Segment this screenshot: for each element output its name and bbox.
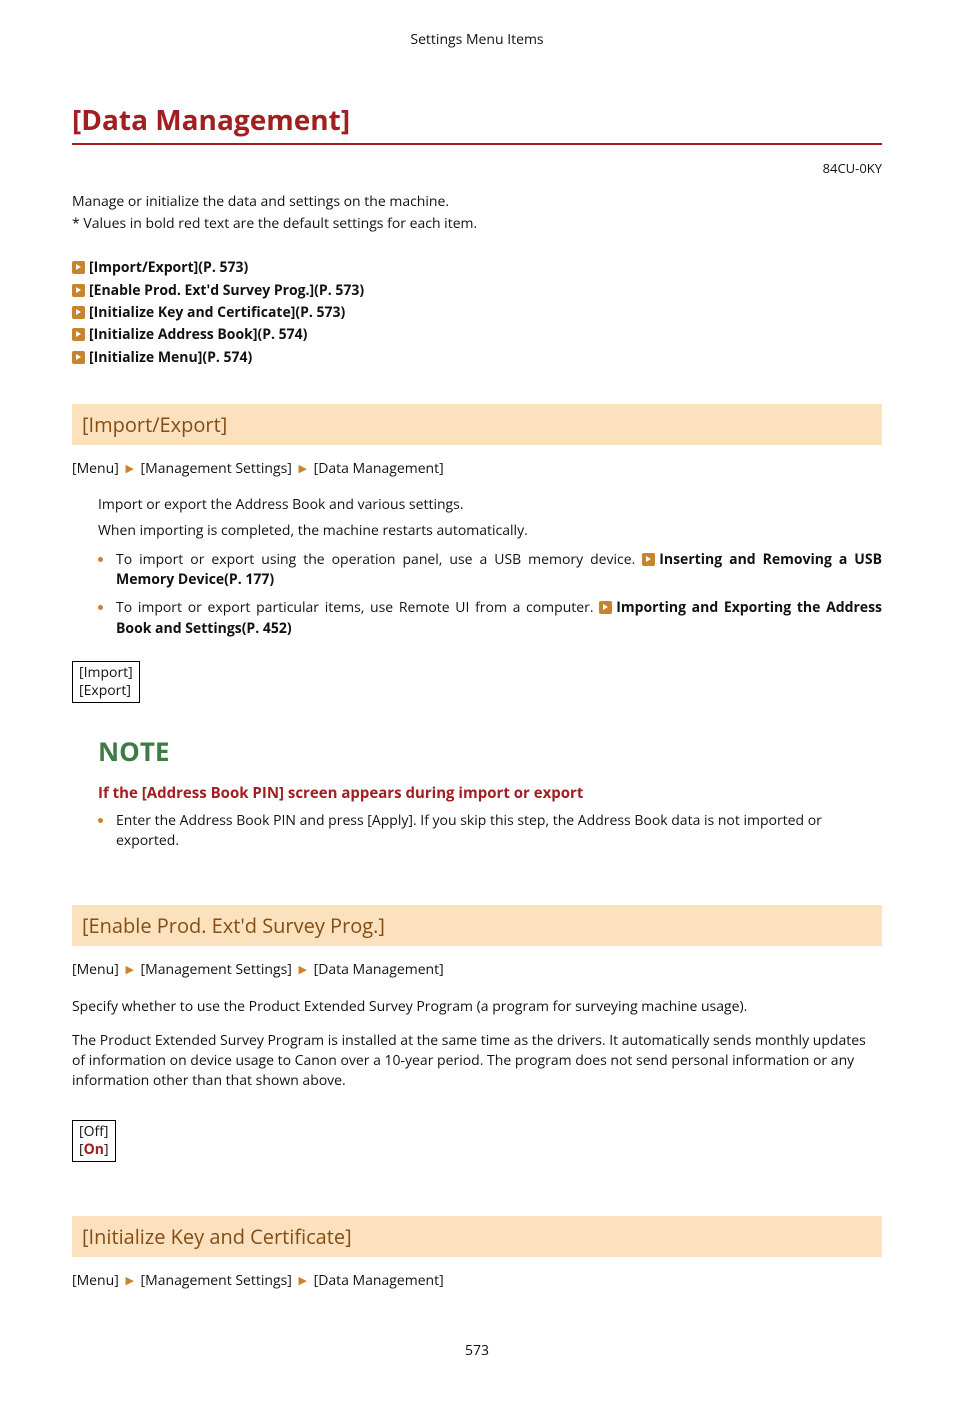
options-box: [Import] [Export] — [72, 661, 140, 703]
option-value: [Import] — [79, 664, 133, 682]
section-paragraph: When importing is completed, the machine… — [98, 521, 882, 541]
bullet-list: To import or export using the operation … — [98, 550, 882, 639]
play-icon — [72, 351, 85, 364]
toc-item-label: [Initialize Address Book](P. 574) — [89, 325, 307, 344]
note-subheading: If the [Address Book PIN] screen appears… — [98, 783, 882, 805]
chevron-right-icon: ▶ — [296, 962, 310, 977]
toc-item[interactable]: [Import/Export](P. 573) — [72, 258, 882, 278]
chevron-right-icon: ▶ — [122, 1273, 136, 1288]
intro-line-1: Manage or initialize the data and settin… — [72, 192, 882, 212]
play-icon — [642, 553, 655, 566]
toc-item-label: [Import/Export](P. 573) — [89, 258, 248, 277]
breadcrumb-item: [Data Management] — [314, 459, 444, 478]
chevron-right-icon: ▶ — [122, 461, 136, 476]
section-heading-import-export: [Import/Export] — [72, 404, 882, 445]
intro-block: Manage or initialize the data and settin… — [72, 192, 882, 235]
note-heading: NOTE — [98, 733, 882, 771]
section-paragraph: The Product Extended Survey Program is i… — [72, 1031, 882, 1092]
option-value-default: [On] — [79, 1141, 109, 1159]
section-heading-init-key-cert: [Initialize Key and Certificate] — [72, 1216, 882, 1257]
breadcrumb-item: [Data Management] — [314, 1271, 444, 1290]
page-number: 573 — [72, 1341, 882, 1361]
chevron-right-icon: ▶ — [122, 962, 136, 977]
breadcrumb-item: [Management Settings] — [141, 1271, 292, 1290]
option-value: [Off] — [79, 1123, 109, 1141]
table-of-contents: [Import/Export](P. 573) [Enable Prod. Ex… — [72, 258, 882, 367]
toc-item-label: [Initialize Key and Certificate](P. 573) — [89, 303, 345, 322]
play-icon — [72, 328, 85, 341]
toc-item-label: [Enable Prod. Ext'd Survey Prog.](P. 573… — [89, 281, 364, 300]
breadcrumb: [Menu] ▶ [Management Settings] ▶ [Data M… — [72, 960, 882, 980]
list-item: Enter the Address Book PIN and press [Ap… — [98, 811, 882, 852]
breadcrumb: [Menu] ▶ [Management Settings] ▶ [Data M… — [72, 1271, 882, 1291]
toc-item-label: [Initialize Menu](P. 574) — [89, 348, 252, 367]
default-value: On — [84, 1140, 104, 1159]
play-icon — [72, 261, 85, 274]
intro-line-2: * Values in bold red text are the defaul… — [72, 214, 882, 234]
toc-item[interactable]: [Initialize Key and Certificate](P. 573) — [72, 303, 882, 323]
list-item: To import or export particular items, us… — [98, 598, 882, 639]
toc-item[interactable]: [Initialize Menu](P. 574) — [72, 348, 882, 368]
chevron-right-icon: ▶ — [296, 1273, 310, 1288]
page-title: [Data Management] — [72, 100, 882, 145]
breadcrumb: [Menu] ▶ [Management Settings] ▶ [Data M… — [72, 459, 882, 479]
document-id: 84CU-0KY — [72, 159, 882, 178]
option-value: [Export] — [79, 682, 133, 700]
section-paragraph: Import or export the Address Book and va… — [98, 495, 882, 515]
header-breadcrumb: Settings Menu Items — [72, 30, 882, 50]
toc-item[interactable]: [Initialize Address Book](P. 574) — [72, 325, 882, 345]
breadcrumb-item: [Menu] — [72, 1271, 119, 1290]
breadcrumb-item: [Management Settings] — [141, 960, 292, 979]
bullet-text: To import or export using the operation … — [116, 550, 642, 569]
play-icon — [72, 306, 85, 319]
section-heading-survey-prog: [Enable Prod. Ext'd Survey Prog.] — [72, 905, 882, 946]
section-paragraph: Specify whether to use the Product Exten… — [72, 997, 882, 1017]
play-icon — [72, 284, 85, 297]
breadcrumb-item: [Data Management] — [314, 960, 444, 979]
note-bullet-list: Enter the Address Book PIN and press [Ap… — [98, 811, 882, 852]
bullet-text: To import or export particular items, us… — [116, 598, 599, 617]
options-box: [Off] [On] — [72, 1120, 116, 1162]
play-icon — [599, 601, 612, 614]
list-item: To import or export using the operation … — [98, 550, 882, 591]
chevron-right-icon: ▶ — [296, 461, 310, 476]
breadcrumb-item: [Menu] — [72, 459, 119, 478]
toc-item[interactable]: [Enable Prod. Ext'd Survey Prog.](P. 573… — [72, 281, 882, 301]
breadcrumb-item: [Menu] — [72, 960, 119, 979]
breadcrumb-item: [Management Settings] — [141, 459, 292, 478]
